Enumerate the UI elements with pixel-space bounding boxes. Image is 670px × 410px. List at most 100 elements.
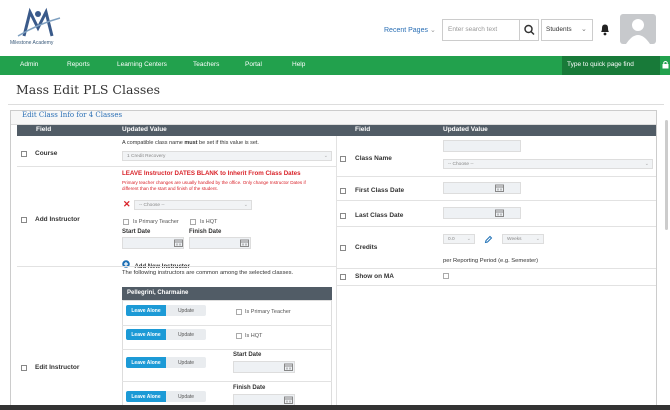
- leave-alone-button[interactable]: Leave Alone: [126, 357, 166, 368]
- recent-pages-dropdown[interactable]: Recent Pages ⌄: [384, 26, 436, 34]
- add-instructor-checkbox[interactable]: [21, 217, 27, 223]
- nav-help[interactable]: Help: [292, 61, 305, 68]
- update-button[interactable]: Update: [166, 391, 206, 402]
- class-name-checkbox[interactable]: [340, 156, 346, 162]
- course-checkbox[interactable]: [21, 151, 27, 157]
- recent-pages-label: Recent Pages: [384, 27, 428, 34]
- first-date-checkbox[interactable]: [340, 188, 346, 194]
- calendar-icon[interactable]: [240, 239, 249, 247]
- primary-teacher-checkbox[interactable]: [123, 219, 129, 225]
- edit-instructor-label: Edit Instructor: [35, 364, 80, 371]
- hqt-checkbox[interactable]: [190, 219, 196, 225]
- last-date-label: Last Class Date: [355, 212, 404, 219]
- show-on-ma-value-checkbox[interactable]: [443, 273, 449, 279]
- course-note: A compatible class name must be set if t…: [122, 140, 259, 146]
- logo-text: Milestone Academy: [10, 40, 54, 46]
- class-name-input[interactable]: [443, 140, 521, 152]
- primary-teacher-checkbox[interactable]: [236, 309, 242, 315]
- chevron-down-icon: ⌄: [581, 26, 587, 33]
- calendar-icon[interactable]: [284, 363, 293, 371]
- column-divider: [336, 136, 337, 410]
- leave-alone-button[interactable]: Leave Alone: [126, 305, 166, 316]
- bottom-bar: [0, 405, 670, 410]
- bell-icon[interactable]: [599, 23, 611, 36]
- instructor-select[interactable]: -- Choose -- ⌄: [134, 200, 252, 210]
- row-divider: [336, 176, 656, 177]
- primary-teacher-label: Is Primary Teacher: [245, 309, 291, 315]
- first-date-input[interactable]: [443, 182, 521, 194]
- page-title: Mass Edit PLS Classes: [16, 82, 161, 97]
- update-button[interactable]: Update: [166, 357, 206, 368]
- row-divider: [122, 325, 332, 326]
- divider: [8, 104, 664, 105]
- search-button[interactable]: [520, 19, 539, 41]
- warning-note-1: Primary teacher changes are usually hand…: [122, 180, 306, 185]
- calendar-icon[interactable]: [284, 396, 293, 404]
- warning-note-2: different than the start and finish of t…: [122, 186, 218, 191]
- show-on-ma-label: Show on MA: [355, 273, 394, 280]
- credits-note: per Reporting Period (e.g. Semester): [443, 258, 539, 264]
- nav-admin[interactable]: Admin: [20, 61, 38, 68]
- credits-label: Credits: [355, 244, 378, 251]
- credits-value-select[interactable]: 0.0 ⌄: [443, 234, 475, 244]
- finish-date-label: Finish Date: [189, 229, 222, 235]
- warning-text: LEAVE Instructor DATES BLANK to Inherit …: [122, 170, 301, 177]
- leave-alone-button[interactable]: Leave Alone: [126, 329, 166, 340]
- col-updated-right: Updated Value: [443, 126, 488, 133]
- nav-portal[interactable]: Portal: [245, 61, 262, 68]
- edit-instructor-checkbox[interactable]: [21, 365, 27, 371]
- nav-reports[interactable]: Reports: [67, 61, 90, 68]
- lock-icon: [662, 60, 669, 69]
- avatar[interactable]: [620, 14, 656, 44]
- edit-instructor-note: The following instructors are common amo…: [122, 270, 294, 276]
- credits-unit-select[interactable]: Weeks ⌄: [502, 234, 544, 244]
- pencil-icon[interactable]: [484, 235, 493, 244]
- col-field-right: Field: [355, 126, 371, 133]
- chevron-down-icon: ⌄: [644, 161, 649, 167]
- class-name-select[interactable]: -- Choose -- ⌄: [443, 159, 653, 169]
- course-select[interactable]: 1 Credit Recovery ⌄: [122, 151, 332, 161]
- chevron-down-icon: ⌄: [243, 202, 248, 208]
- finish-date-label: Finish Date: [233, 385, 266, 391]
- calendar-icon[interactable]: [495, 209, 504, 217]
- col-field-left: Field: [36, 126, 52, 133]
- search-input[interactable]: Enter search text: [442, 19, 520, 41]
- nav-learning-centers[interactable]: Learning Centers: [117, 61, 167, 68]
- search-icon: [524, 24, 535, 36]
- last-date-input[interactable]: [443, 207, 521, 219]
- remove-icon[interactable]: ✕: [123, 199, 131, 210]
- col-updated-left: Updated Value: [122, 126, 167, 133]
- row-divider: [122, 349, 332, 350]
- class-name-label: Class Name: [355, 155, 392, 162]
- leave-alone-button[interactable]: Leave Alone: [126, 391, 166, 402]
- primary-teacher-label: Is Primary Teacher: [133, 219, 179, 225]
- row-divider: [336, 226, 656, 227]
- add-instructor-label: Add Instructor: [35, 216, 80, 223]
- row-divider: [17, 266, 336, 267]
- row-divider: [336, 200, 656, 201]
- hqt-checkbox[interactable]: [236, 333, 242, 339]
- update-button[interactable]: Update: [166, 329, 206, 340]
- credits-checkbox[interactable]: [340, 245, 346, 251]
- show-on-ma-checkbox[interactable]: [340, 274, 346, 280]
- course-label: Course: [35, 150, 58, 157]
- hqt-label: Is HQT: [245, 333, 263, 339]
- start-date-label: Start Date: [122, 229, 151, 235]
- row-divider: [336, 285, 656, 286]
- row-divider: [17, 166, 336, 167]
- scrollbar[interactable]: [665, 120, 668, 230]
- quick-find-input[interactable]: Type to quick page find: [562, 56, 660, 75]
- chevron-down-icon: ⌄: [466, 236, 471, 242]
- update-button[interactable]: Update: [166, 305, 206, 316]
- start-date-label: Start Date: [233, 352, 262, 358]
- chevron-down-icon: ⌄: [429, 27, 436, 34]
- row-divider: [122, 381, 332, 382]
- calendar-icon[interactable]: [174, 239, 183, 247]
- edit-panel: [10, 110, 657, 410]
- last-date-checkbox[interactable]: [340, 213, 346, 219]
- calendar-icon[interactable]: [495, 184, 504, 192]
- instructor-name-header: Pellegrini, Charmaine: [122, 287, 332, 300]
- hqt-label: Is HQT: [200, 219, 218, 225]
- row-divider: [336, 268, 656, 269]
- nav-teachers[interactable]: Teachers: [193, 61, 219, 68]
